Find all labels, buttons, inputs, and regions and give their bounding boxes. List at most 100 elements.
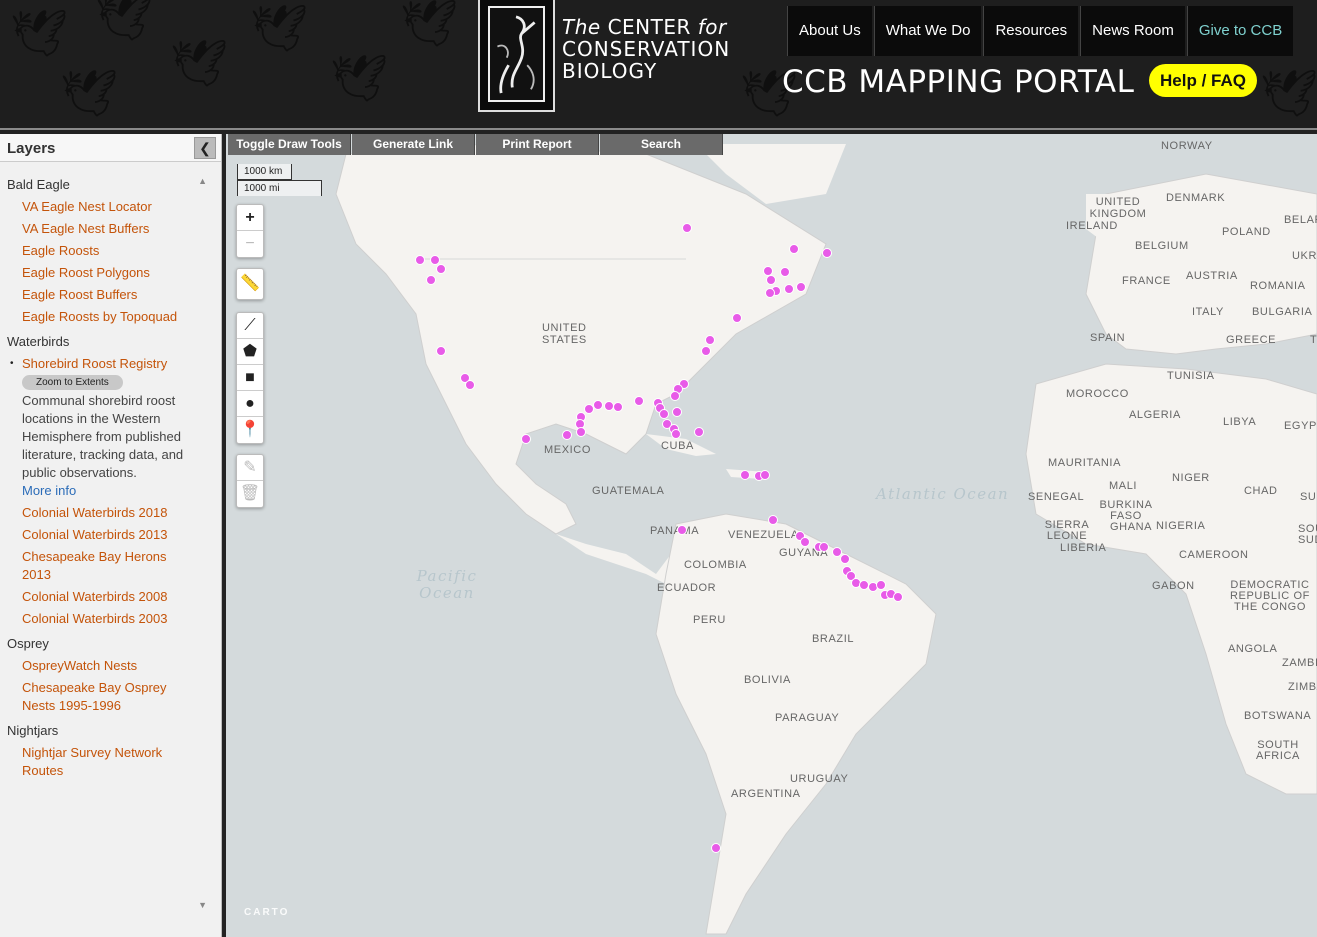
layer-chesapeake-bay-herons-2013[interactable]: Chesapeake Bay Herons 2013	[0, 548, 180, 584]
zoom-out-button[interactable]: −	[237, 231, 263, 257]
map-label: AUSTRIA	[1186, 270, 1238, 282]
roost-point[interactable]	[593, 400, 603, 410]
roost-point[interactable]	[694, 427, 704, 437]
layer-nightjar-survey-network-routes[interactable]: Nightjar Survey Network Routes	[0, 744, 170, 780]
layer-eagle-roost-polygons[interactable]: Eagle Roost Polygons	[0, 264, 210, 282]
draw-polygon-icon[interactable]: ⬟	[237, 339, 263, 365]
roost-point[interactable]	[876, 580, 886, 590]
layer-va-eagle-nest-buffers[interactable]: VA Eagle Nest Buffers	[0, 220, 210, 238]
layer-colonial-waterbirds-2013[interactable]: Colonial Waterbirds 2013	[0, 526, 210, 544]
roost-point[interactable]	[426, 275, 436, 285]
roost-point[interactable]	[822, 248, 832, 258]
map-label: UNITED STATES	[542, 322, 587, 346]
map-label: BELGIUM	[1135, 240, 1189, 252]
draw-polyline-icon[interactable]: ⟋	[237, 313, 263, 339]
map-label: VENEZUELA	[728, 529, 799, 541]
roost-point[interactable]	[576, 427, 586, 437]
roost-point[interactable]	[800, 537, 810, 547]
search-button[interactable]: Search	[600, 134, 723, 155]
map-label: SUDA	[1300, 491, 1317, 503]
roost-point[interactable]	[682, 223, 692, 233]
roost-point[interactable]	[765, 288, 775, 298]
roost-point[interactable]	[840, 554, 850, 564]
layer-ospreywatch-nests[interactable]: OspreyWatch Nests	[0, 657, 210, 675]
roost-point[interactable]	[436, 346, 446, 356]
roost-point[interactable]	[677, 525, 687, 535]
draw-rectangle-icon[interactable]: ■	[237, 365, 263, 391]
map-label: ECUADOR	[657, 582, 717, 594]
delete-layers-icon[interactable]: 🗑	[237, 481, 263, 507]
map-label: UKRA	[1292, 250, 1317, 262]
roost-point[interactable]	[789, 244, 799, 254]
nav-about-us[interactable]: About Us	[787, 6, 872, 56]
nav-news-room[interactable]: News Room	[1080, 6, 1185, 56]
layer-va-eagle-nest-locator[interactable]: VA Eagle Nest Locator	[0, 198, 210, 216]
roost-point[interactable]	[780, 267, 790, 277]
draw-circle-icon[interactable]: ●	[237, 391, 263, 417]
roost-point[interactable]	[672, 407, 682, 417]
map-label: EGYP	[1284, 420, 1317, 432]
layer-chesapeake-bay-osprey-nests[interactable]: Chesapeake Bay Osprey Nests 1995-1996	[0, 679, 180, 715]
help-faq-button[interactable]: Help / FAQ	[1149, 64, 1257, 97]
map-label: POLAND	[1222, 226, 1271, 238]
layer-shorebird-roost-registry[interactable]: Shorebird Roost Registry	[0, 355, 210, 373]
layer-colonial-waterbirds-2018[interactable]: Colonial Waterbirds 2018	[0, 504, 210, 522]
map-canvas[interactable]: Toggle Draw Tools Generate Link Print Re…	[226, 134, 1317, 937]
roost-point[interactable]	[562, 430, 572, 440]
layer-eagle-roosts[interactable]: Eagle Roosts	[0, 242, 210, 260]
map-label: ZAMBIA	[1282, 657, 1317, 669]
roost-point[interactable]	[670, 391, 680, 401]
roost-point[interactable]	[760, 470, 770, 480]
collapse-sidebar-button[interactable]: ❮	[194, 137, 216, 159]
map-label: UNITED KINGDOM	[1089, 196, 1147, 220]
roost-point[interactable]	[613, 402, 623, 412]
roost-point[interactable]	[705, 335, 715, 345]
zoom-in-button[interactable]: +	[237, 205, 263, 231]
roost-point[interactable]	[740, 470, 750, 480]
roost-point[interactable]	[634, 396, 644, 406]
nav-resources[interactable]: Resources	[983, 6, 1079, 56]
roost-point[interactable]	[768, 515, 778, 525]
bird-silhouette-icon: 🕊	[60, 66, 119, 120]
measure-control: 📏	[236, 268, 264, 300]
roost-point[interactable]	[796, 282, 806, 292]
roost-point[interactable]	[732, 313, 742, 323]
map-label: PANAMA	[650, 525, 700, 537]
roost-point[interactable]	[893, 592, 903, 602]
roost-point[interactable]	[701, 346, 711, 356]
roost-point[interactable]	[819, 542, 829, 552]
print-report-button[interactable]: Print Report	[476, 134, 599, 155]
ccb-logo[interactable]	[478, 0, 555, 112]
toggle-draw-tools-button[interactable]: Toggle Draw Tools	[228, 134, 351, 155]
map-label: SPAIN	[1090, 332, 1126, 344]
roost-point[interactable]	[584, 404, 594, 414]
carto-attribution[interactable]: CARTO	[244, 907, 289, 918]
roost-point[interactable]	[521, 434, 531, 444]
more-info-link[interactable]: More info	[0, 482, 210, 500]
edit-layers-icon[interactable]: ✎	[237, 455, 263, 481]
measure-icon[interactable]: 📏	[237, 269, 263, 299]
nav-what-we-do[interactable]: What We Do	[873, 6, 982, 56]
roost-point[interactable]	[415, 255, 425, 265]
draw-marker-icon[interactable]: 📍	[237, 417, 263, 443]
zoom-to-extents-button[interactable]: Zoom to Extents	[22, 375, 123, 390]
map-label: SENEGAL	[1028, 491, 1085, 503]
roost-point[interactable]	[784, 284, 794, 294]
roost-point[interactable]	[711, 843, 721, 853]
map-label: NORWAY	[1161, 140, 1213, 152]
roost-point[interactable]	[671, 429, 681, 439]
roost-point[interactable]	[766, 275, 776, 285]
main-nav: About Us What We Do Resources News Room …	[787, 6, 1294, 56]
scroll-down-icon[interactable]: ▼	[198, 900, 207, 910]
roost-point[interactable]	[659, 409, 669, 419]
map-label: MALI	[1109, 480, 1138, 492]
layer-colonial-waterbirds-2008[interactable]: Colonial Waterbirds 2008	[0, 588, 210, 606]
roost-point[interactable]	[465, 380, 475, 390]
layer-eagle-roost-buffers[interactable]: Eagle Roost Buffers	[0, 286, 210, 304]
layer-colonial-waterbirds-2003[interactable]: Colonial Waterbirds 2003	[0, 610, 210, 628]
nav-give-to-ccb[interactable]: Give to CCB	[1186, 6, 1294, 56]
generate-link-button[interactable]: Generate Link	[352, 134, 475, 155]
layer-eagle-roosts-by-topoquad[interactable]: Eagle Roosts by Topoquad	[0, 308, 210, 326]
roost-point[interactable]	[436, 264, 446, 274]
map-label: GUATEMALA	[592, 485, 665, 497]
